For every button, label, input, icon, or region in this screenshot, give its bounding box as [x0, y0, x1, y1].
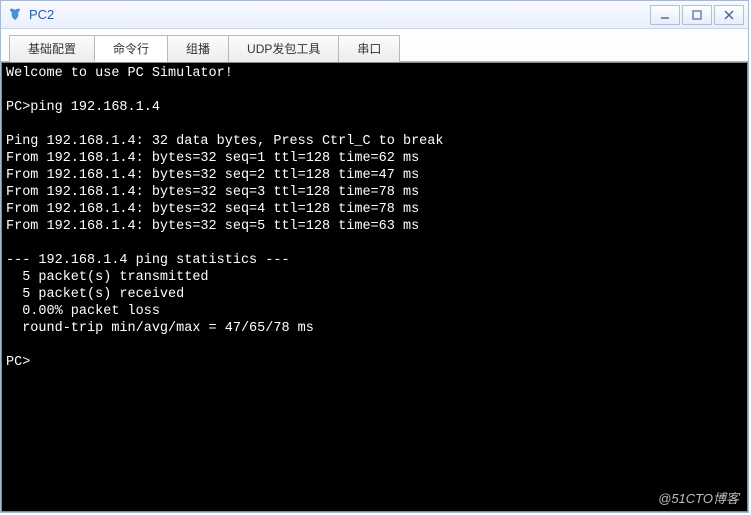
- minimize-button[interactable]: [650, 5, 680, 25]
- tab-basic-config[interactable]: 基础配置: [9, 35, 95, 62]
- titlebar[interactable]: PC2: [1, 1, 748, 29]
- tab-command-line[interactable]: 命令行: [94, 35, 168, 62]
- maximize-button[interactable]: [682, 5, 712, 25]
- terminal-container: Welcome to use PC Simulator! PC>ping 192…: [1, 61, 748, 512]
- tab-udp-tool[interactable]: UDP发包工具: [228, 35, 339, 62]
- terminal-output[interactable]: Welcome to use PC Simulator! PC>ping 192…: [1, 62, 748, 512]
- close-button[interactable]: [714, 5, 744, 25]
- window-title: PC2: [29, 7, 648, 22]
- app-window: PC2 基础配置 命令行 组播 UDP发包工具 串口 Welcome to us…: [0, 0, 749, 513]
- app-icon: [7, 7, 23, 23]
- tab-bar: 基础配置 命令行 组播 UDP发包工具 串口: [1, 29, 748, 62]
- tab-serial[interactable]: 串口: [338, 35, 400, 62]
- window-controls: [648, 5, 744, 25]
- tab-multicast[interactable]: 组播: [167, 35, 229, 62]
